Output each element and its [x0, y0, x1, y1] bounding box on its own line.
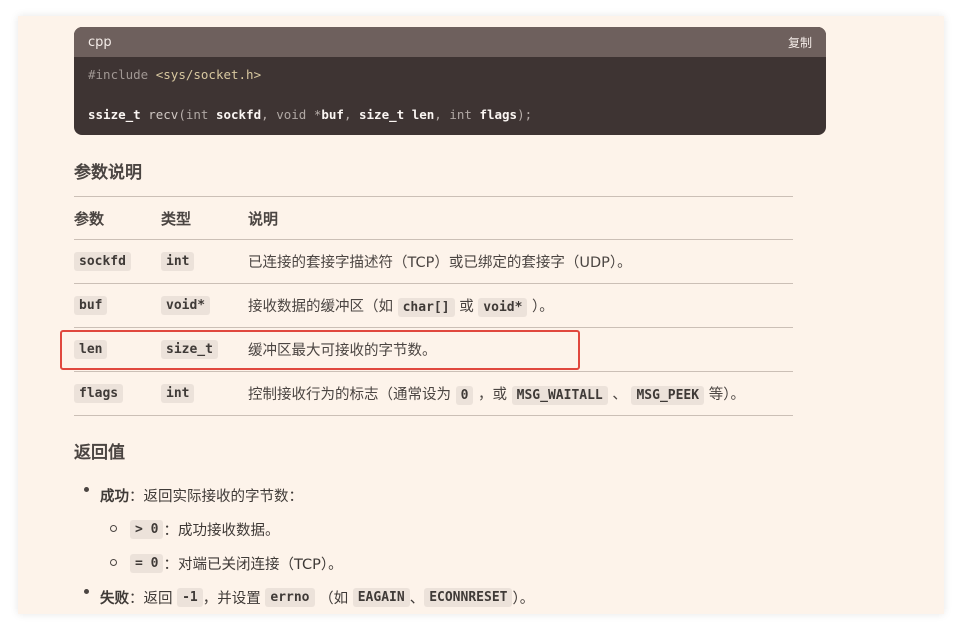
document-page: cpp 复制 #include <sys/socket.h> ssize_t r…: [18, 16, 944, 614]
params-table: 参数 类型 说明 sockfd int 已连接的套接字描述符（TCP）或已绑定的…: [74, 196, 793, 416]
param-name: buf: [74, 296, 108, 315]
table-row: buf void* 接收数据的缓冲区（如 char[] 或 void* ）。: [74, 283, 793, 328]
header-type: 类型: [161, 196, 248, 240]
list-item: = 0 ：对端已关闭连接（TCP）。: [100, 546, 534, 580]
list-item-failure: 失败 ：返回 -1 ，并设置 errno （如 EAGAIN、 ECONNRESET）…: [74, 580, 534, 614]
code-line-include: #include <sys/socket.h>: [88, 67, 262, 82]
code-block-header: cpp 复制: [74, 27, 826, 57]
header-param: 参数: [74, 196, 161, 240]
return-heading: 返回值: [74, 443, 125, 463]
table-row: sockfd int 已连接的套接字描述符（TCP）或已绑定的套接字（UDP）。: [74, 239, 793, 284]
param-desc: 已连接的套接字描述符（TCP）或已绑定的套接字（UDP）。: [248, 239, 793, 284]
param-desc: 控制接收行为的标志（通常设为 0 ，或 MSG_WAITALL 、 MSG_PE…: [248, 371, 793, 416]
param-name: sockfd: [74, 252, 131, 271]
table-header-row: 参数 类型 说明: [74, 196, 793, 240]
param-type: int: [161, 384, 195, 403]
param-type: void*: [161, 296, 211, 315]
code-content: #include <sys/socket.h> ssize_t recv(int…: [74, 57, 826, 125]
list-item: > 0 ：成功接收数据。: [100, 512, 534, 546]
table-row: flags int 控制接收行为的标志（通常设为 0 ，或 MSG_WAITAL…: [74, 371, 793, 416]
highlight-annotation-box: [60, 330, 580, 370]
list-item-success: 成功 ：返回实际接收的字节数： > 0 ：成功接收数据。 = 0 ：对端已关闭连接（T…: [74, 478, 534, 580]
success-sublist: > 0 ：成功接收数据。 = 0 ：对端已关闭连接（TCP）。: [100, 512, 534, 580]
param-desc: 接收数据的缓冲区（如 char[] 或 void* ）。: [248, 283, 793, 328]
code-line-signature: ssize_t recv(int sockfd, void *buf, size…: [88, 107, 533, 122]
param-name: flags: [74, 384, 124, 403]
return-list: 成功 ：返回实际接收的字节数： > 0 ：成功接收数据。 = 0 ：对端已关闭连接（T…: [74, 478, 534, 614]
param-type: int: [161, 252, 195, 271]
code-block: cpp 复制 #include <sys/socket.h> ssize_t r…: [74, 27, 826, 135]
copy-button[interactable]: 复制: [788, 34, 812, 51]
code-language-label: cpp: [88, 34, 112, 50]
params-heading: 参数说明: [74, 163, 142, 183]
header-desc: 说明: [248, 196, 793, 240]
